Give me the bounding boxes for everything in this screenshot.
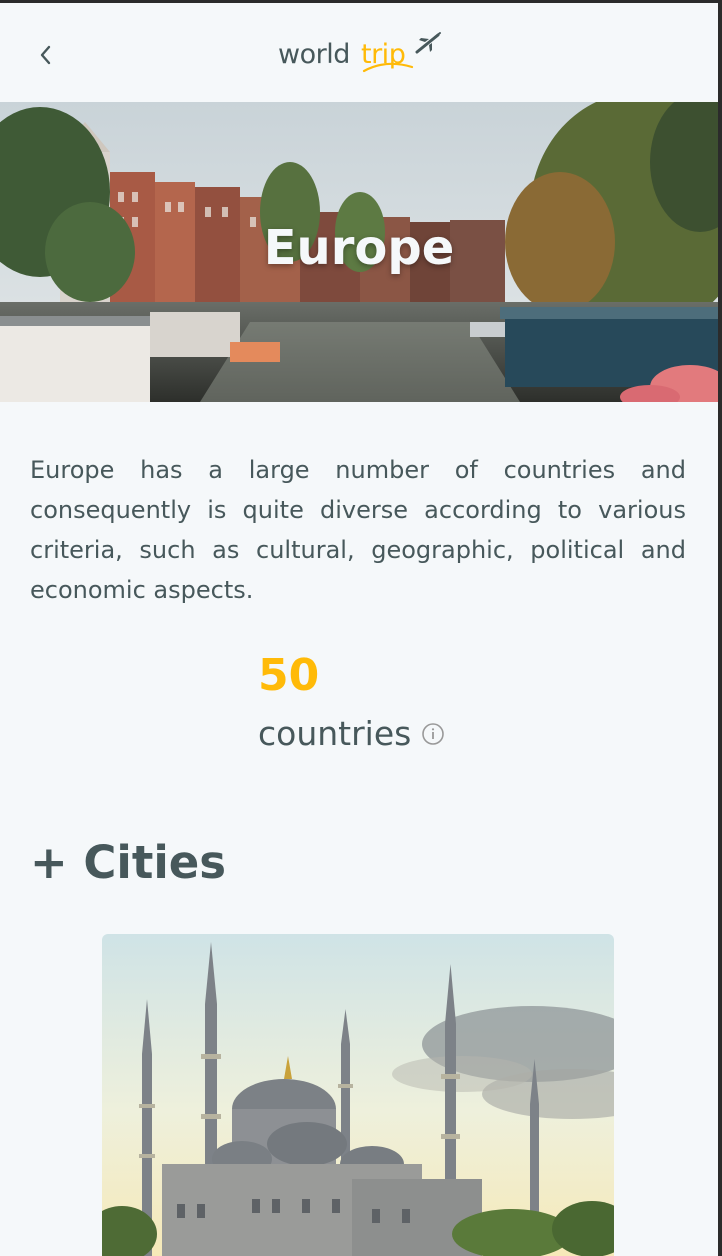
countries-count: 50 — [258, 650, 320, 701]
countries-label: countries — [258, 714, 412, 753]
worldtrip-logo[interactable]: world trip — [278, 31, 448, 77]
logo-text-world: world — [278, 39, 350, 70]
cities-heading: + Cities — [30, 836, 227, 889]
airplane-icon — [415, 32, 441, 54]
back-button[interactable] — [30, 39, 62, 71]
logo-swoosh — [362, 62, 414, 73]
continent-banner: Europe — [0, 102, 718, 402]
countries-stat: 50 countries — [258, 648, 478, 756]
city-card[interactable] — [102, 934, 614, 1256]
chevron-left-icon — [40, 45, 51, 65]
app-header: world trip — [0, 3, 718, 102]
countries-label-row: countries — [258, 712, 478, 756]
city-image — [102, 934, 614, 1256]
continent-title: Europe — [263, 220, 455, 276]
continent-description: Europe has a large number of countries a… — [30, 456, 686, 604]
window-right-edge — [718, 0, 722, 1256]
info-icon[interactable] — [421, 722, 445, 746]
